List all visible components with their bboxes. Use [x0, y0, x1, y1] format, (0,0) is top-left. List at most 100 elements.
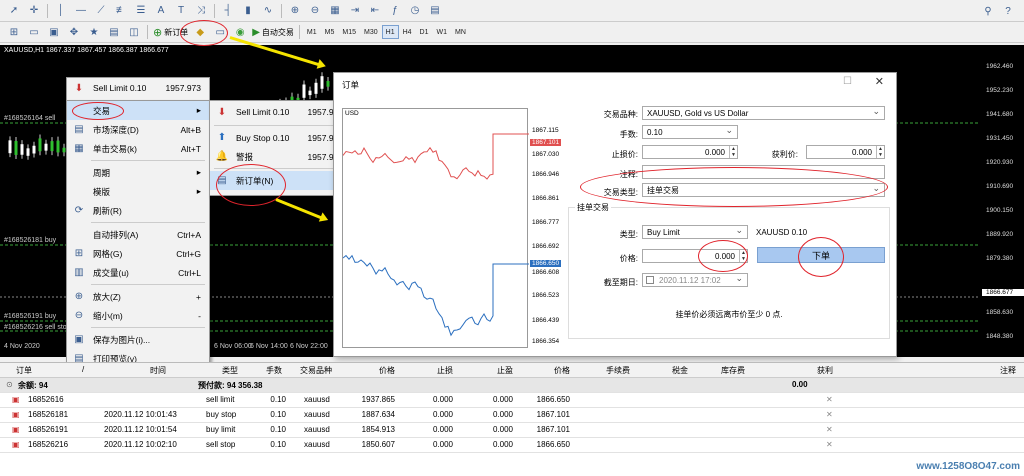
pending-type-select[interactable]: Buy Limit	[642, 225, 748, 239]
context-item[interactable]: ⊖ 缩小(m) -	[67, 306, 209, 325]
timeframe-m1[interactable]: M1	[303, 25, 321, 39]
timeframe-m5[interactable]: M5	[321, 25, 339, 39]
menu-separator	[91, 327, 205, 328]
order-row[interactable]: ▣ 168526216 2020.11.12 10:02:10 sell stop 0.…	[0, 438, 1024, 453]
timeframe-d1[interactable]: D1	[416, 25, 433, 39]
volume-select[interactable]: 0.10	[642, 125, 738, 139]
timeframe-m30[interactable]: M30	[360, 25, 382, 39]
tick-price-label: 1866.354	[530, 338, 561, 345]
expiry-checkbox[interactable]	[646, 276, 654, 284]
tester-icon[interactable]: ◫	[127, 25, 141, 39]
column-header[interactable]: /	[82, 365, 84, 374]
symbol-select[interactable]: XAUUSD, Gold vs US Dollar	[642, 106, 885, 120]
order-row[interactable]: ▣ 16852616 sell limit 0.10 xauusd 1937.865 0.0…	[0, 393, 1024, 408]
timeframe-h4[interactable]: H4	[399, 25, 416, 39]
crosshair-icon[interactable]: ✛	[27, 4, 41, 18]
take-profit-spinner[interactable]: ▲ ▼	[876, 146, 884, 158]
column-header[interactable]: 库存费	[721, 365, 745, 376]
context-item[interactable]: ⊞ 网格(G) Ctrl+G	[67, 244, 209, 263]
delete-order-icon[interactable]: ✕	[826, 440, 833, 449]
column-header[interactable]: 获利	[817, 365, 833, 376]
buy-arrow-icon: ⬆	[216, 132, 228, 144]
column-header[interactable]: 止损	[437, 365, 453, 376]
autotrade-button[interactable]: ▶ 自动交易	[252, 27, 294, 38]
context-item[interactable]: ▥ 成交量(u) Ctrl+L	[67, 263, 209, 282]
order-cell-tp: 0.000	[493, 425, 513, 434]
submenu-alert[interactable]: 🔔 警报 1957.973	[210, 147, 351, 166]
indicators-icon[interactable]: ƒ	[388, 4, 402, 18]
market-watch-icon[interactable]: ▣	[47, 25, 61, 39]
context-item[interactable]: ⟳ 刷新(R)	[67, 201, 209, 220]
templates-icon[interactable]: ▤	[428, 4, 442, 18]
tick-price-label: 1866.777	[530, 219, 561, 226]
bar-chart-icon[interactable]: ┤	[221, 4, 235, 18]
column-header[interactable]: 手数	[266, 365, 282, 376]
search-icon[interactable]: ⚲	[981, 4, 995, 18]
terminal-panel: 订单 / 时间 类型 手数 交易品种 价格 止损 止盈 价格 手续费 税金 库存费 获利 注释 ⊙ 余额: …	[0, 362, 1024, 476]
stop-loss-input[interactable]: 0.000 ▲ ▼	[642, 145, 738, 159]
tile-windows-icon[interactable]: ▦	[328, 4, 342, 18]
delete-order-icon[interactable]: ✕	[826, 425, 833, 434]
column-header[interactable]: 税金	[672, 365, 688, 376]
expiry-input[interactable]: 2020.11.12 17:02	[642, 273, 748, 287]
timeframe-w1[interactable]: W1	[433, 25, 452, 39]
column-header[interactable]: 类型	[222, 365, 238, 376]
menu-separator	[91, 160, 205, 161]
terminal-icon[interactable]: ▤	[107, 25, 121, 39]
context-item[interactable]: ▦ 单击交易(k) Alt+T	[67, 139, 209, 158]
column-header[interactable]: 订单	[16, 365, 32, 376]
horizontal-line-icon[interactable]: —	[74, 4, 88, 18]
submenu-buy-stop[interactable]: ⬆ Buy Stop 0.10 1957.973	[210, 128, 351, 147]
trendline-icon[interactable]: ⟋	[94, 4, 108, 18]
column-header[interactable]: 手续费	[606, 365, 630, 376]
zoom-out-icon[interactable]: ⊖	[308, 4, 322, 18]
chart-shift-icon[interactable]: ⇤	[368, 4, 382, 18]
column-header[interactable]: 注释	[1000, 365, 1016, 376]
new-chart-icon[interactable]: ⊞	[7, 25, 21, 39]
column-header[interactable]: 交易品种	[300, 365, 332, 376]
data-window-icon[interactable]: ★	[87, 25, 101, 39]
zoom-in-icon[interactable]: ⊕	[288, 4, 302, 18]
help-icon[interactable]: ?	[1001, 4, 1015, 18]
stop-loss-spinner[interactable]: ▲ ▼	[729, 146, 737, 158]
tick-lines	[343, 109, 529, 349]
context-sell-limit[interactable]: ⬇ Sell Limit 0.10 1957.973	[67, 78, 209, 98]
cursor-icon[interactable]: ➚	[7, 4, 21, 18]
column-header[interactable]: 时间	[150, 365, 166, 376]
order-row[interactable]: ▣ 168526181 2020.11.12 10:01:43 buy stop 0.1…	[0, 408, 1024, 423]
order-row[interactable]: ▣ 168526191 2020.11.12 10:01:54 buy limit 0.…	[0, 423, 1024, 438]
fibonacci-icon[interactable]: ☰	[134, 4, 148, 18]
maximize-icon[interactable]: ☐	[843, 76, 852, 87]
timeframe-mn[interactable]: MN	[451, 25, 470, 39]
delete-order-icon[interactable]: ✕	[826, 410, 833, 419]
tick-price-label: 1866.650	[530, 260, 561, 267]
context-item[interactable]: ▣ 保存为图片(i)...	[67, 330, 209, 349]
submenu-sell-limit[interactable]: ⬇ Sell Limit 0.10 1957.973	[210, 101, 351, 123]
menu-separator	[91, 222, 205, 223]
periods-icon[interactable]: ◷	[408, 4, 422, 18]
context-item[interactable]: 周期 ▸	[67, 163, 209, 182]
navigator-icon[interactable]: ✥	[67, 25, 81, 39]
line-chart-icon[interactable]: ∿	[261, 4, 275, 18]
context-item[interactable]: 模版 ▸	[67, 182, 209, 201]
profiles-icon[interactable]: ▭	[27, 25, 41, 39]
context-item[interactable]: ▤ 市场深度(D) Alt+B	[67, 120, 209, 139]
column-header[interactable]: 价格	[379, 365, 395, 376]
candles-icon[interactable]: ▮	[241, 4, 255, 18]
timeframe-h1[interactable]: H1	[382, 25, 399, 39]
order-cell-sl: 0.000	[433, 410, 453, 419]
label-icon[interactable]: T	[174, 4, 188, 18]
close-icon[interactable]: ✕	[875, 75, 884, 88]
autoscroll-icon[interactable]: ⇥	[348, 4, 362, 18]
column-header[interactable]: 止盈	[497, 365, 513, 376]
arrows-icon[interactable]: ⤨	[194, 4, 208, 18]
context-item[interactable]: ⊕ 放大(Z) +	[67, 287, 209, 306]
timeframe-m15[interactable]: M15	[338, 25, 360, 39]
context-item[interactable]: 自动排列(A) Ctrl+A	[67, 225, 209, 244]
channel-icon[interactable]: ≢	[114, 4, 128, 18]
take-profit-input[interactable]: 0.000 ▲ ▼	[806, 145, 885, 159]
delete-order-icon[interactable]: ✕	[826, 395, 833, 404]
text-icon[interactable]: A	[154, 4, 168, 18]
column-header[interactable]: 价格	[554, 365, 570, 376]
vertical-line-icon[interactable]: │	[54, 4, 68, 18]
